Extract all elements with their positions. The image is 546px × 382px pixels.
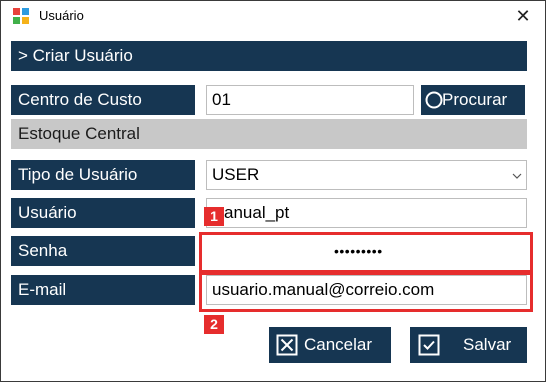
estoque-label: Estoque Central: [18, 124, 140, 143]
annotation-badge-2: 2: [204, 315, 224, 334]
cancel-button[interactable]: Cancelar: [269, 327, 391, 363]
checkbox-check-icon: [418, 334, 440, 356]
app-icon: [13, 8, 29, 24]
email-label-text: E-mail: [18, 280, 67, 299]
usuario-input[interactable]: anual_pt: [206, 198, 527, 228]
form-content: > Criar Usuário Centro de Custo 01 Procu…: [11, 31, 539, 375]
header-bar: > Criar Usuário: [11, 41, 527, 71]
annotation-box-2: [199, 272, 533, 312]
centro-custo-label-text: Centro de Custo: [18, 90, 142, 109]
save-label: Salvar: [463, 335, 512, 354]
dialog-window: Usuário ✕ > Criar Usuário Centro de Cust…: [0, 0, 546, 382]
cancel-label: Cancelar: [304, 335, 373, 354]
centro-custo-label: Centro de Custo: [11, 85, 195, 115]
page-title: > Criar Usuário: [18, 46, 133, 65]
procurar-label: Procurar: [442, 90, 508, 109]
title-bar: Usuário ✕: [1, 1, 545, 31]
usuario-label-text: Usuário: [18, 203, 77, 222]
search-icon: [425, 91, 443, 109]
close-box-icon: [276, 334, 298, 356]
tipo-usuario-value: USER: [212, 165, 260, 184]
senha-label-text: Senha: [18, 241, 68, 260]
centro-custo-input[interactable]: 01: [206, 85, 414, 115]
tipo-usuario-label-text: Tipo de Usuário: [18, 165, 138, 184]
chevron-down-icon: [512, 173, 522, 179]
save-button[interactable]: Salvar: [410, 327, 527, 363]
window-title: Usuário: [39, 8, 84, 23]
close-button[interactable]: ✕: [506, 4, 540, 28]
usuario-label: Usuário: [11, 198, 195, 228]
annotation-badge-1: 1: [204, 207, 224, 226]
usuario-value: anual_pt: [224, 203, 290, 222]
tipo-usuario-select[interactable]: USER: [206, 160, 527, 190]
estoque-section: Estoque Central: [11, 119, 527, 149]
senha-label: Senha: [11, 236, 195, 266]
procurar-button[interactable]: Procurar: [421, 85, 525, 115]
annotation-box-1: [199, 232, 533, 273]
close-icon: ✕: [515, 6, 531, 26]
email-label: E-mail: [11, 275, 195, 305]
tipo-usuario-label: Tipo de Usuário: [11, 160, 195, 190]
centro-custo-value: 01: [212, 90, 231, 109]
